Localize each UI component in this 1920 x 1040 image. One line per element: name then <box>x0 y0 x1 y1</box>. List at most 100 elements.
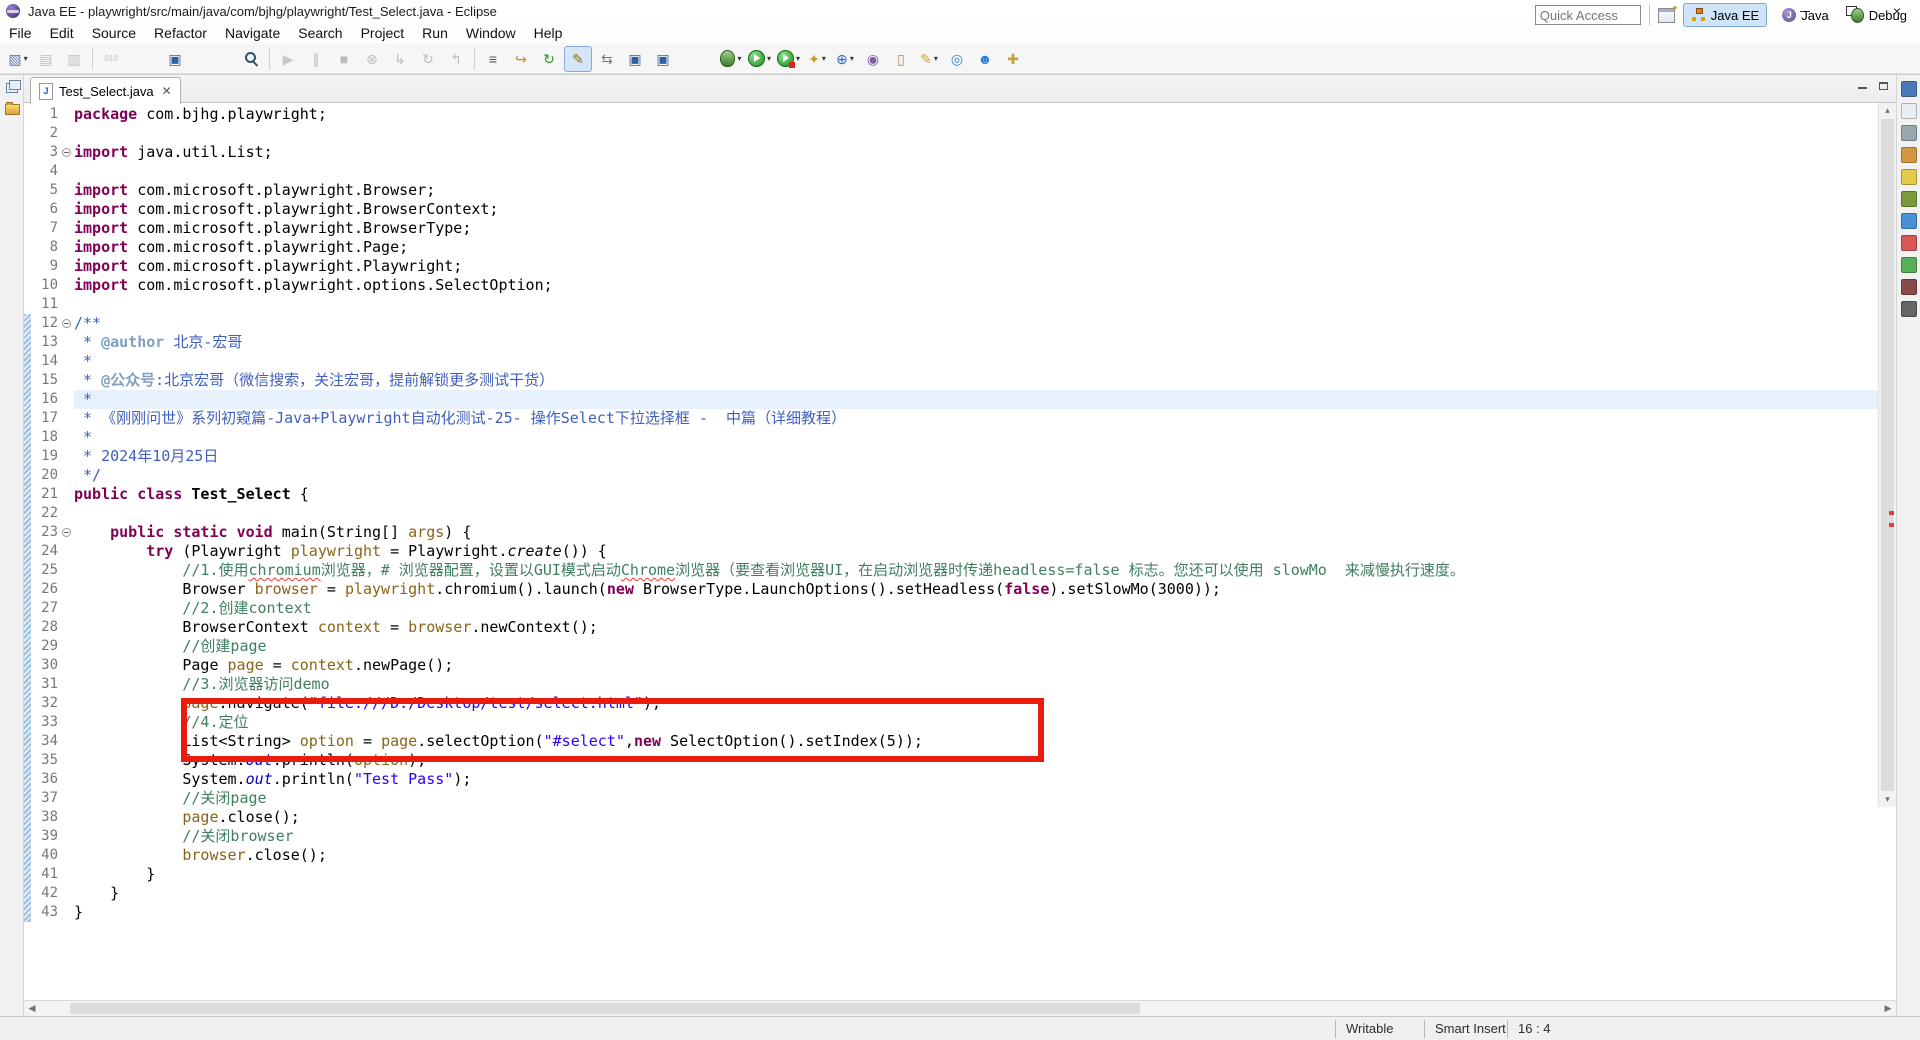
line-number[interactable]: 15 <box>30 371 58 390</box>
code-line[interactable]: 25 //1.使用chromium浏览器，# 浏览器配置，设置以GUI模式启动C… <box>24 561 1878 580</box>
code-line[interactable]: 22 <box>24 504 1878 523</box>
line-number[interactable]: 20 <box>30 466 58 485</box>
dropdown-caret-icon[interactable]: ▾ <box>850 54 854 63</box>
horizontal-scroll-thumb[interactable] <box>70 1003 1140 1014</box>
code-line[interactable]: 19 * 2024年10月25日 <box>24 447 1878 466</box>
line-number[interactable]: 7 <box>30 219 58 238</box>
link-editor-button[interactable]: ⇆ <box>594 47 620 71</box>
line-number[interactable]: 43 <box>30 903 58 922</box>
line-number[interactable]: 11 <box>30 295 58 314</box>
code-line[interactable]: 13 * @author 北京-宏哥 <box>24 333 1878 352</box>
code-line[interactable]: 36 System.out.println("Test Pass"); <box>24 770 1878 789</box>
menu-window[interactable]: Window <box>457 25 525 41</box>
line-number[interactable]: 22 <box>30 504 58 523</box>
minimized-view-icon-6[interactable] <box>1900 191 1917 207</box>
code-line[interactable]: 10 import com.microsoft.playwright.option… <box>24 276 1878 295</box>
line-number[interactable]: 26 <box>30 580 58 599</box>
line-number[interactable]: 29 <box>30 637 58 656</box>
fold-collapse-icon[interactable] <box>62 148 71 157</box>
line-number[interactable]: 13 <box>30 333 58 352</box>
line-number[interactable]: 12 <box>30 314 58 333</box>
run-button[interactable]: ▾ <box>746 47 773 71</box>
project-explorer-button[interactable] <box>0 97 24 119</box>
horizontal-scrollbar[interactable]: ◀ ▶ <box>24 1000 1896 1016</box>
code-line[interactable]: 21 public class Test_Select { <box>24 485 1878 504</box>
dropdown-caret-icon[interactable]: ▾ <box>822 54 826 63</box>
open-perspective-icon[interactable] <box>1657 3 1679 23</box>
line-number[interactable]: 1 <box>30 105 58 124</box>
line-number[interactable]: 36 <box>30 770 58 789</box>
perspective-java[interactable]: Java <box>1775 4 1835 26</box>
scroll-down-icon[interactable]: ▾ <box>1879 792 1896 807</box>
last-edit-location-button[interactable]: ≡ <box>480 47 506 71</box>
line-number[interactable]: 30 <box>30 656 58 675</box>
minimized-view-icon-2[interactable] <box>1900 103 1917 119</box>
line-number[interactable]: 18 <box>30 428 58 447</box>
console-button[interactable]: ▣ <box>162 47 188 71</box>
dropdown-caret-icon[interactable]: ▾ <box>737 54 741 63</box>
code-line[interactable]: 7 import com.microsoft.playwright.Browser… <box>24 219 1878 238</box>
code-line[interactable]: 42 } <box>24 884 1878 903</box>
menu-file[interactable]: File <box>0 25 41 41</box>
line-number[interactable]: 16 <box>30 390 58 409</box>
dropdown-caret-icon[interactable]: ▾ <box>767 54 771 63</box>
code-line[interactable]: 30 Page page = context.newPage(); <box>24 656 1878 675</box>
code-line[interactable]: 4 <box>24 162 1878 181</box>
line-number[interactable]: 37 <box>30 789 58 808</box>
code-line[interactable]: 41 } <box>24 865 1878 884</box>
minimized-view-icon-5[interactable] <box>1900 169 1917 185</box>
code-line[interactable]: 17 * 《刚刚问世》系列初窥篇-Java+Playwright自动化测试-25… <box>24 409 1878 428</box>
code-line[interactable]: 29 //创建page <box>24 637 1878 656</box>
perspective-java-ee[interactable]: Java EE <box>1682 3 1768 27</box>
coverage-button[interactable]: ▾ <box>775 47 802 71</box>
relaunch-button[interactable]: ↻ <box>536 47 562 71</box>
search-button[interactable] <box>238 47 264 71</box>
new-web-service-button[interactable]: ⊕ ▾ <box>832 47 858 71</box>
overview-error-mark[interactable] <box>1889 523 1894 527</box>
menu-help[interactable]: Help <box>525 25 572 41</box>
code-line[interactable]: 12 /** <box>24 314 1878 333</box>
tab-close-icon[interactable]: ✕ <box>162 84 172 98</box>
debug-button[interactable]: ▾ <box>718 47 744 71</box>
minimized-view-icon-8[interactable] <box>1900 235 1917 251</box>
dropdown-caret-icon[interactable]: ▾ <box>934 54 938 63</box>
perspective-debug[interactable]: Debug <box>1844 4 1914 26</box>
dropdown-caret-icon[interactable]: ▾ <box>24 54 28 63</box>
dropdown-caret-icon[interactable]: ▾ <box>796 54 800 63</box>
line-number[interactable]: 28 <box>30 618 58 637</box>
line-number[interactable]: 42 <box>30 884 58 903</box>
code-line[interactable]: 3 import java.util.List; <box>24 143 1878 162</box>
restore-view-button[interactable] <box>0 75 24 97</box>
code-line[interactable]: 15 * @公众号:北京宏哥（微信搜索，关注宏哥，提前解锁更多测试干货） <box>24 371 1878 390</box>
annotate-button[interactable]: ✎ ▾ <box>916 47 942 71</box>
deploy-module-button[interactable]: ◉ <box>860 47 886 71</box>
line-number[interactable]: 4 <box>30 162 58 181</box>
line-number[interactable]: 25 <box>30 561 58 580</box>
minimize-editor-icon[interactable] <box>1858 84 1867 89</box>
show-console-view-button[interactable]: ▣ <box>622 47 648 71</box>
line-number[interactable]: 35 <box>30 751 58 770</box>
line-number[interactable]: 33 <box>30 713 58 732</box>
line-number[interactable]: 24 <box>30 542 58 561</box>
code-line[interactable]: 6 import com.microsoft.playwright.Browser… <box>24 200 1878 219</box>
key-button[interactable]: ✚ <box>1000 47 1026 71</box>
code-line[interactable]: 11 <box>24 295 1878 314</box>
line-number[interactable]: 21 <box>30 485 58 504</box>
menu-run[interactable]: Run <box>413 25 457 41</box>
menu-project[interactable]: Project <box>352 25 414 41</box>
minimized-view-icon-11[interactable] <box>1900 301 1917 317</box>
code-line[interactable]: 40 browser.close(); <box>24 846 1878 865</box>
code-line[interactable]: 37 //关闭page <box>24 789 1878 808</box>
code-line[interactable]: 16 * <box>24 390 1878 409</box>
line-number[interactable]: 27 <box>30 599 58 618</box>
code-line[interactable]: 27 //2.创建context <box>24 599 1878 618</box>
menu-edit[interactable]: Edit <box>41 25 83 41</box>
show-properties-view-button[interactable]: ▣ <box>650 47 676 71</box>
minimized-view-icon-1[interactable] <box>1900 81 1917 97</box>
code-line[interactable]: 14 * <box>24 352 1878 371</box>
fold-collapse-icon[interactable] <box>62 528 71 537</box>
open-browser-button[interactable]: ◎ <box>944 47 970 71</box>
line-number[interactable]: 14 <box>30 352 58 371</box>
line-number[interactable]: 40 <box>30 846 58 865</box>
minimized-view-icon-9[interactable] <box>1900 257 1917 273</box>
